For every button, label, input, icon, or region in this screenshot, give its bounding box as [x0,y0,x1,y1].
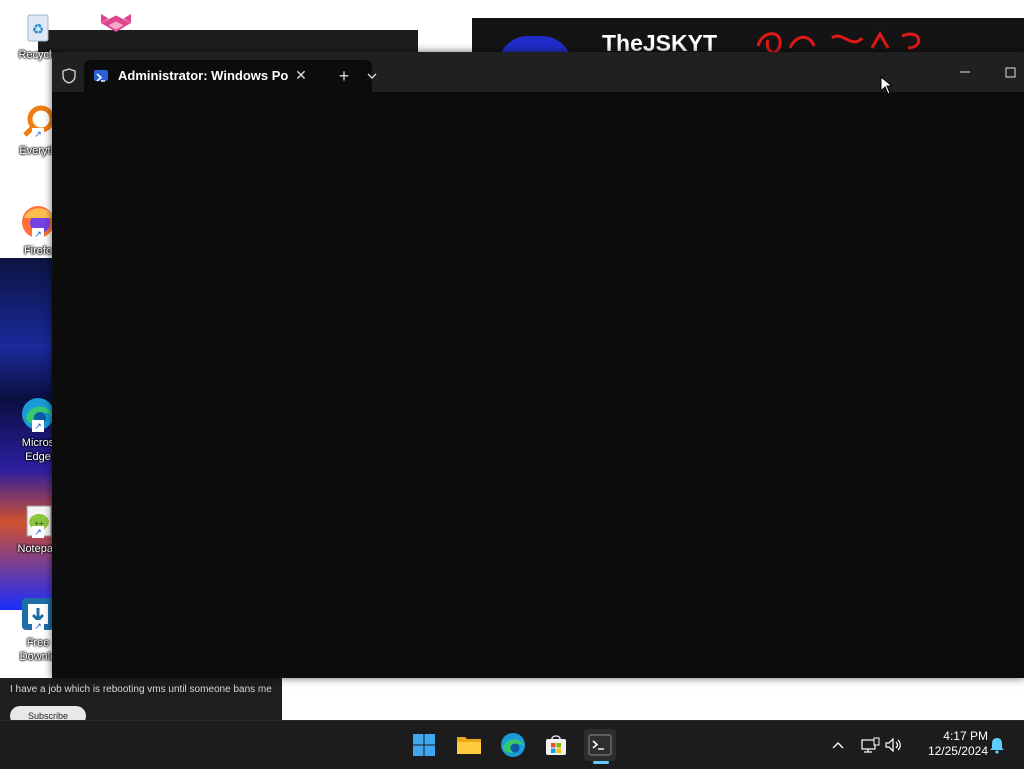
svg-text:♻: ♻ [32,21,45,37]
tab-close-button[interactable]: ✕ [292,66,310,84]
bell-icon [990,738,1004,754]
shield-icon [62,68,76,84]
tray-overflow-button[interactable] [830,737,846,753]
maximize-button[interactable] [996,62,1024,82]
network-button[interactable] [860,737,880,753]
terminal-titlebar[interactable]: Administrator: Windows PowerShell ✕ + [52,52,1024,92]
tab-powershell[interactable]: Administrator: Windows PowerShell ✕ [84,60,372,92]
terminal-content-area[interactable] [52,92,1024,678]
pink-cube-icon [98,8,134,44]
clock-time: 4:17 PM [943,729,988,743]
volume-button[interactable] [884,737,904,753]
chevron-up-icon [832,742,844,749]
recycle-bin-icon: ♻ [20,8,56,44]
shortcut-arrow-icon: ↗ [32,620,44,632]
banner-logo [752,28,942,54]
taskbar-clock[interactable]: 4:17 PM 12/25/2024 [910,729,988,759]
chevron-down-icon[interactable] [364,66,380,86]
store-icon [546,735,566,755]
powershell-icon [94,70,108,82]
notifications-button[interactable] [988,736,1006,754]
firefox-icon: ↗ [20,204,56,240]
notepad-plus-plus-icon: ++ ↗ [20,502,56,538]
taskbar: 4:17 PM 12/25/2024 [0,720,1024,769]
shortcut-arrow-icon: ↗ [32,228,44,240]
shortcut-arrow-icon: ↗ [32,420,44,432]
shortcut-arrow-icon: ↗ [32,128,44,140]
tab-title: Administrator: Windows PowerShell [118,68,288,83]
minimize-button[interactable] [950,62,980,82]
terminal-window[interactable]: Administrator: Windows PowerShell ✕ + [52,52,1024,678]
network-icon [861,737,880,753]
windows-start-icon [413,734,435,756]
edge-icon [501,733,525,757]
taskbar-edge[interactable] [497,729,529,761]
taskbar-start-button[interactable] [408,729,440,761]
clock-date: 12/25/2024 [927,744,988,758]
taskbar-file-explorer[interactable] [453,729,485,761]
taskbar-terminal[interactable] [584,729,616,761]
mouse-cursor-icon [880,75,894,96]
new-tab-button[interactable]: + [334,66,354,86]
caption-text: I have a job which is rebooting vms unti… [10,684,272,695]
terminal-icon [588,734,612,756]
taskbar-store[interactable] [540,729,572,761]
folder-icon [457,737,481,754]
active-app-indicator [593,761,609,764]
free-download-manager-icon: ↗ [20,596,56,632]
everything-search-icon: ↗ [20,104,56,140]
edge-icon: ↗ [20,396,56,432]
speaker-icon [885,737,901,753]
desktop-icon-app[interactable] [88,8,144,44]
shortcut-arrow-icon: ↗ [32,526,44,538]
